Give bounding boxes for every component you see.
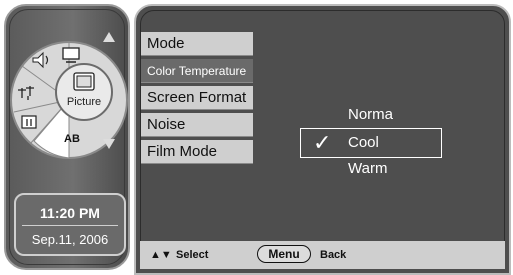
menu-item-screen-format[interactable]: Screen Format: [141, 86, 253, 110]
sleep-timer-icon[interactable]: [21, 115, 37, 129]
clock-date: Sep.11, 2006: [31, 232, 109, 247]
help-bar: ▲▼ Select Menu Back: [140, 241, 505, 269]
down-arrow-icon[interactable]: [103, 139, 115, 149]
menu-item-film-mode[interactable]: Film Mode: [141, 140, 253, 164]
option-cool-label: Cool: [348, 134, 379, 151]
osd-screen: Mode Color Temperature Screen Format Noi…: [134, 4, 511, 275]
option-normal[interactable]: Norma: [348, 106, 393, 123]
back-hint: Back: [320, 249, 347, 261]
menu-item-mode[interactable]: Mode: [141, 32, 253, 56]
option-warm[interactable]: Warm: [348, 160, 387, 177]
picture-label: Picture: [66, 96, 102, 108]
option-cool[interactable]: ✓ Cool: [300, 128, 442, 158]
menu-item-color-temperature[interactable]: Color Temperature: [141, 59, 253, 83]
check-icon: ✓: [313, 130, 332, 155]
up-arrow-icon[interactable]: [103, 32, 115, 42]
up-down-arrows-icon: ▲▼: [150, 249, 172, 261]
select-hint: Select: [176, 249, 209, 261]
control-dial: [10, 41, 128, 159]
menu-item-noise-reduction[interactable]: Noise Reduction: [141, 113, 253, 157]
clock-time: 11:20 PM: [40, 205, 100, 221]
picture-icon: [73, 72, 95, 91]
ab-label: AB: [64, 133, 80, 145]
clock-divider: [22, 225, 118, 226]
clock-display: 11:20 PM Sep.11, 2006: [14, 193, 126, 256]
menu-button[interactable]: Menu: [257, 245, 311, 263]
